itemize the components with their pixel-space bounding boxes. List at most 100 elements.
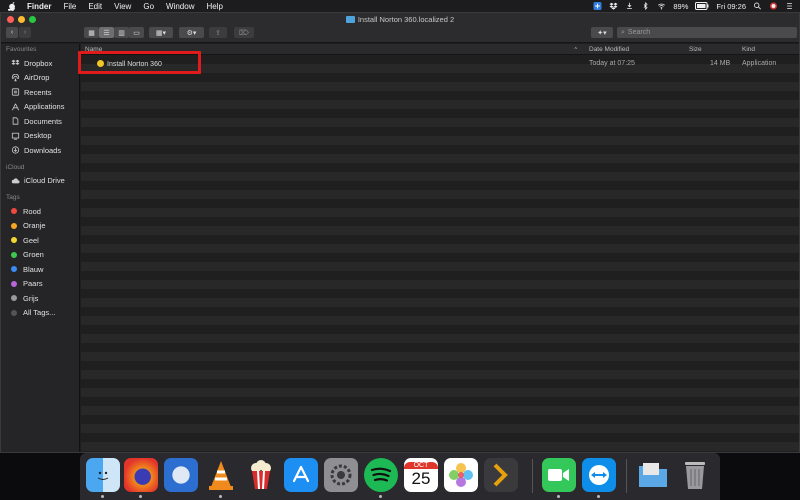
sidebar-tag-groen[interactable]: Groen xyxy=(1,248,79,263)
menubar: Finder File Edit View Go Window Help 89%… xyxy=(0,0,800,12)
sidebar-item-airdrop[interactable]: AirDrop xyxy=(1,71,79,86)
sidebar-item-recents[interactable]: Recents xyxy=(1,85,79,100)
action-button[interactable]: ⚙▾ xyxy=(179,27,204,38)
tag-color-dot xyxy=(11,266,17,273)
photos-dock-icon[interactable] xyxy=(444,458,478,492)
sidebar-item-label: Grijs xyxy=(23,293,39,303)
finder-face-icon xyxy=(97,471,109,480)
menu-view[interactable]: View xyxy=(114,2,131,11)
clock[interactable]: Fri 09:26 xyxy=(716,2,746,11)
sidebar-tag-rood[interactable]: Rood xyxy=(1,204,79,219)
battery-icon[interactable] xyxy=(695,2,709,10)
user-avatar-icon[interactable] xyxy=(769,2,778,10)
sort-chevron-up-icon: ⌃ xyxy=(573,47,579,54)
share-button[interactable]: ⇪ xyxy=(209,27,227,38)
running-indicator xyxy=(557,495,560,498)
apple-logo-icon[interactable] xyxy=(8,1,17,11)
sidebar-tag-blauw[interactable]: Blauw xyxy=(1,262,79,277)
sidebar-item-label: Blauw xyxy=(23,264,44,274)
notification-center-icon[interactable] xyxy=(785,2,794,10)
dropbox-icon: ✦▾ xyxy=(597,29,607,37)
tag-color-dot xyxy=(11,280,17,287)
gallery-view-button[interactable]: ▭ xyxy=(129,27,144,38)
menu-app-finder[interactable]: Finder xyxy=(27,2,51,11)
dropbox-toolbar-button[interactable]: ✦▾ xyxy=(591,27,613,38)
column-header-size[interactable]: Size xyxy=(689,46,702,53)
vlc-dock-icon[interactable] xyxy=(204,458,238,492)
menu-go[interactable]: Go xyxy=(143,2,154,11)
sidebar-tag-all-tags[interactable]: All Tags... xyxy=(1,306,79,321)
calendar-month: OCT xyxy=(404,461,438,469)
app-store-dock-icon[interactable] xyxy=(284,458,318,492)
gallery-icon: ▭ xyxy=(133,29,140,37)
finder-dock-icon[interactable] xyxy=(86,458,120,492)
facetime-dock-icon[interactable] xyxy=(542,458,576,492)
list-view-button[interactable]: ☰ xyxy=(99,27,114,38)
video-camera-icon xyxy=(548,469,569,481)
sidebar-item-label: Downloads xyxy=(24,145,62,155)
menu-window[interactable]: Window xyxy=(166,2,194,11)
toolbar: ‹ › ▦ ☰ ▥ ▭ ▦▾ ⚙▾ ⇪ ⌦ ✦▾ ⌕ Search xyxy=(1,27,799,41)
downloads-folder-dock-icon[interactable] xyxy=(636,458,670,492)
sidebar-item-downloads[interactable]: Downloads xyxy=(1,143,79,158)
plex-dock-icon[interactable] xyxy=(484,458,518,492)
group-button[interactable]: ▦▾ xyxy=(149,27,173,38)
dropbox-status-icon[interactable] xyxy=(609,2,618,10)
downloads-icon xyxy=(11,146,20,154)
sidebar-item-dropbox[interactable]: Dropbox xyxy=(1,56,79,71)
sidebar-item-applications[interactable]: Applications xyxy=(1,100,79,115)
chevron-left-icon: ‹ xyxy=(10,29,14,36)
titlebar: Install Norton 360.localized 2 ‹ › ▦ ☰ ▥… xyxy=(1,13,799,43)
spotify-dock-icon[interactable] xyxy=(364,458,398,492)
desktop-icon xyxy=(11,132,20,140)
sidebar-item-label: All Tags... xyxy=(23,308,56,318)
tags-button[interactable]: ⌦ xyxy=(234,27,254,38)
thunderbird-dock-icon[interactable] xyxy=(164,458,198,492)
running-indicator xyxy=(219,495,222,498)
column-header-kind[interactable]: Kind xyxy=(742,46,755,53)
back-button[interactable]: ‹ xyxy=(6,27,18,38)
battery-percent[interactable]: 89% xyxy=(673,2,688,11)
sidebar-tag-geel[interactable]: Geel xyxy=(1,233,79,248)
icon-view-button[interactable]: ▦ xyxy=(84,27,99,38)
sidebar-header-tags: Tags xyxy=(6,194,20,201)
notification-icon[interactable] xyxy=(625,2,634,10)
sidebar-item-icloud-drive[interactable]: iCloud Drive xyxy=(1,174,79,189)
dock-separator xyxy=(626,459,627,493)
column-header-date[interactable]: Date Modified xyxy=(589,46,629,53)
folder-icon xyxy=(345,16,355,23)
teamviewer-status-icon[interactable] xyxy=(593,2,602,10)
airdrop-icon xyxy=(11,73,20,81)
calendar-dock-icon[interactable]: OCT 25 xyxy=(404,458,438,492)
popcorn-icon xyxy=(251,460,271,490)
sidebar-item-desktop[interactable]: Desktop xyxy=(1,129,79,144)
tag-icon: ⌦ xyxy=(239,29,249,37)
sidebar-item-documents[interactable]: Documents xyxy=(1,114,79,129)
documents-icon xyxy=(12,117,19,125)
share-icon: ⇪ xyxy=(215,29,221,37)
menu-file[interactable]: File xyxy=(63,2,76,11)
running-indicator xyxy=(379,495,382,498)
dock-separator xyxy=(532,459,533,493)
cloud-icon xyxy=(11,178,20,184)
wifi-icon[interactable] xyxy=(657,2,666,10)
sidebar-tag-oranje[interactable]: Oranje xyxy=(1,219,79,234)
sidebar-tag-grijs[interactable]: Grijs xyxy=(1,291,79,306)
menu-help[interactable]: Help xyxy=(206,2,222,11)
menu-edit[interactable]: Edit xyxy=(88,2,102,11)
forward-button[interactable]: › xyxy=(19,27,31,38)
firefox-dock-icon[interactable] xyxy=(124,458,158,492)
bluetooth-icon[interactable] xyxy=(641,2,650,10)
search-field[interactable]: ⌕ Search xyxy=(617,27,797,38)
spotlight-search-icon[interactable] xyxy=(753,2,762,10)
sidebar-item-label: Desktop xyxy=(24,131,52,141)
running-indicator xyxy=(597,495,600,498)
system-preferences-dock-icon[interactable] xyxy=(324,458,358,492)
popcorn-dock-icon[interactable] xyxy=(244,458,278,492)
trash-dock-icon[interactable] xyxy=(678,458,712,492)
sidebar-tag-paars[interactable]: Paars xyxy=(1,277,79,292)
list-icon: ☰ xyxy=(103,29,110,37)
group-grid-icon: ▦▾ xyxy=(155,29,167,37)
teamviewer-dock-icon[interactable] xyxy=(582,458,616,492)
column-view-button[interactable]: ▥ xyxy=(114,27,129,38)
